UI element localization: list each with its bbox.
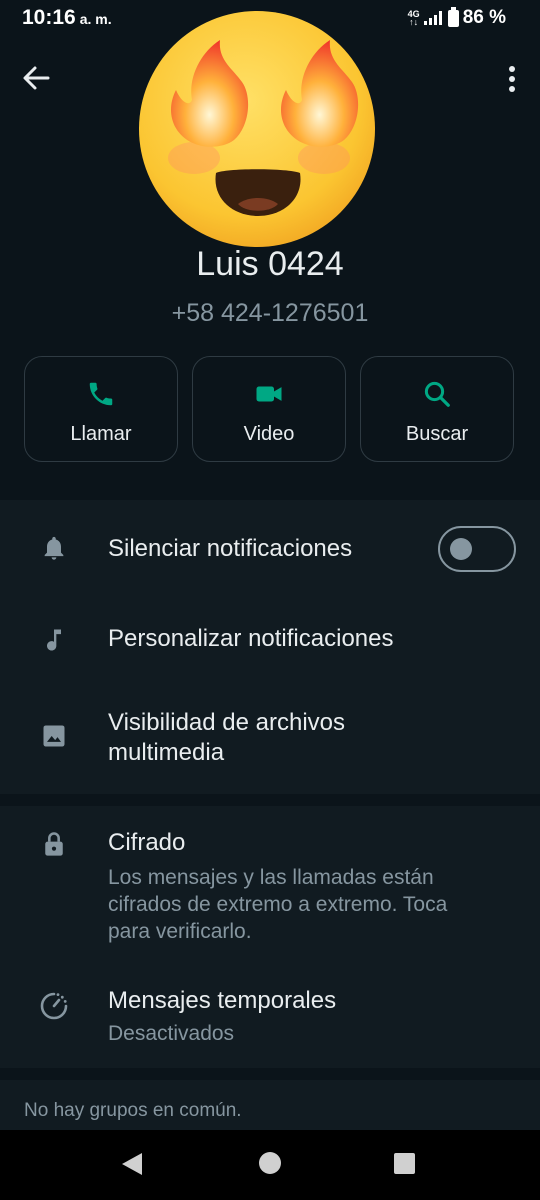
status-icons: 4G ↑↓ 86 % (407, 6, 506, 29)
disappearing-messages-row[interactable]: Mensajes temporales Desactivados (0, 962, 540, 1068)
search-label: Buscar (405, 423, 469, 445)
nav-recents-icon[interactable] (394, 1153, 415, 1174)
disappearing-title: Mensajes temporales (108, 987, 337, 1014)
video-button[interactable]: Video (192, 356, 346, 462)
toggle-knob (450, 538, 472, 560)
action-buttons: Llamar Video Buscar (24, 356, 516, 464)
signal-icon (423, 11, 442, 25)
media-visibility-row[interactable]: Visibilidad de archivos multimedia (0, 682, 540, 794)
video-label: Video (243, 423, 295, 445)
contact-avatar[interactable] (134, 8, 380, 248)
encryption-desc-line2: cifrados de extremo a extremo. Toca (108, 893, 448, 916)
more-options-icon[interactable] (502, 62, 522, 96)
mute-label: Silenciar notificaciones (108, 535, 353, 562)
media-visibility-line1: Visibilidad de archivos (108, 709, 346, 736)
battery-icon (447, 6, 459, 27)
media-visibility-line2: multimedia (108, 739, 225, 766)
disappearing-status: Desactivados (108, 1022, 235, 1045)
notifications-section: Silenciar notificaciones Personalizar no… (0, 500, 540, 794)
call-label: Llamar (70, 423, 132, 445)
status-clock: 10:16 (22, 6, 76, 29)
contact-name: Luis 0424 (196, 245, 344, 283)
lock-icon (45, 832, 63, 856)
phone-icon (89, 382, 113, 406)
nav-back-icon[interactable] (120, 1152, 144, 1176)
no-common-groups-text: No hay grupos en común. (24, 1100, 242, 1121)
encryption-desc-line3: para verificarlo. (108, 920, 252, 943)
image-icon (43, 725, 65, 747)
contact-phone: +58 424-1276501 (171, 299, 369, 327)
status-time: 10:16 a. m. (22, 6, 112, 30)
search-button[interactable]: Buscar (360, 356, 514, 462)
encryption-desc-line1: Los mensajes y las llamadas están (108, 866, 434, 889)
encryption-title: Cifrado (108, 829, 186, 856)
encryption-row[interactable]: Cifrado Los mensajes y las llamadas está… (0, 806, 540, 962)
video-icon (256, 386, 282, 402)
privacy-section: Cifrado Los mensajes y las llamadas está… (0, 806, 540, 1068)
custom-notifications-row[interactable]: Personalizar notificaciones (0, 598, 540, 682)
mute-notifications-row[interactable]: Silenciar notificaciones (0, 500, 540, 598)
call-button[interactable]: Llamar (24, 356, 178, 462)
nav-home-icon[interactable] (259, 1152, 281, 1174)
search-icon (424, 381, 450, 407)
back-arrow-icon[interactable] (20, 62, 52, 94)
timer-icon (40, 992, 68, 1020)
mute-toggle[interactable] (438, 526, 516, 572)
music-note-icon (47, 629, 61, 651)
system-nav-bar (0, 1130, 540, 1200)
status-ampm: a. m. (79, 11, 112, 27)
network-type: 4G ↑↓ (407, 9, 420, 27)
bell-icon (44, 536, 64, 560)
battery-percent: 86 % (462, 7, 506, 28)
customize-label: Personalizar notificaciones (108, 625, 394, 652)
